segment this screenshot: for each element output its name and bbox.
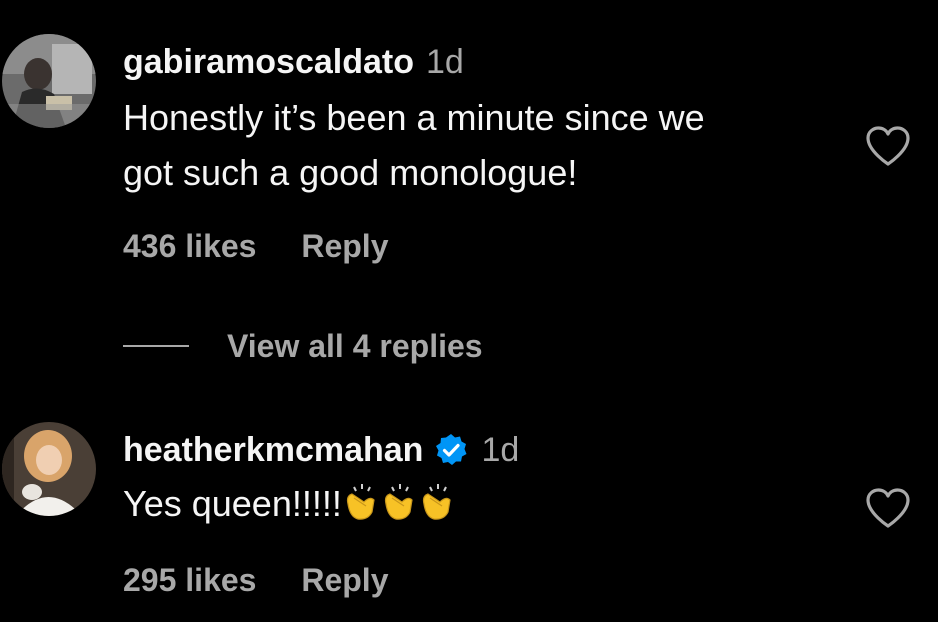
replies-divider	[123, 345, 189, 347]
comment-header: gabiramoscaldato 1d	[123, 42, 464, 82]
clapping-hands-emoji	[340, 482, 380, 522]
heart-outline-icon[interactable]	[864, 486, 912, 530]
avatar[interactable]	[2, 422, 96, 516]
reply-button[interactable]: Reply	[301, 228, 388, 264]
timestamp: 1d	[481, 431, 520, 469]
comment-text-line: got such a good monologue!	[123, 152, 578, 193]
comment-meta: 436 likes Reply	[123, 226, 388, 266]
avatar[interactable]	[2, 34, 96, 128]
comment-header: heatherkmcmahan 1d	[123, 430, 519, 470]
comment-text-line: Yes queen!!!!!	[123, 483, 342, 524]
view-replies-button[interactable]: View all 4 replies	[123, 326, 483, 366]
timestamp: 1d	[425, 43, 464, 81]
comment-text: Yes queen!!!!!	[123, 476, 456, 531]
likes-count[interactable]: 436 likes	[123, 228, 256, 264]
username[interactable]: gabiramoscaldato	[123, 42, 414, 82]
verified-badge-icon	[433, 432, 469, 468]
view-replies-label: View all 4 replies	[227, 327, 483, 364]
comment-text: Honestly it’s been a minute since we got…	[123, 90, 705, 200]
likes-count[interactable]: 295 likes	[123, 562, 256, 598]
comment-text-line: Honestly it’s been a minute since we	[123, 97, 705, 138]
reply-button[interactable]: Reply	[301, 562, 388, 598]
username[interactable]: heatherkmcmahan	[123, 430, 423, 470]
comment-meta: 295 likes Reply	[123, 560, 388, 600]
heart-outline-icon[interactable]	[864, 124, 912, 168]
clapping-hands-emoji	[378, 482, 418, 522]
clapping-hands-emoji	[416, 482, 456, 522]
